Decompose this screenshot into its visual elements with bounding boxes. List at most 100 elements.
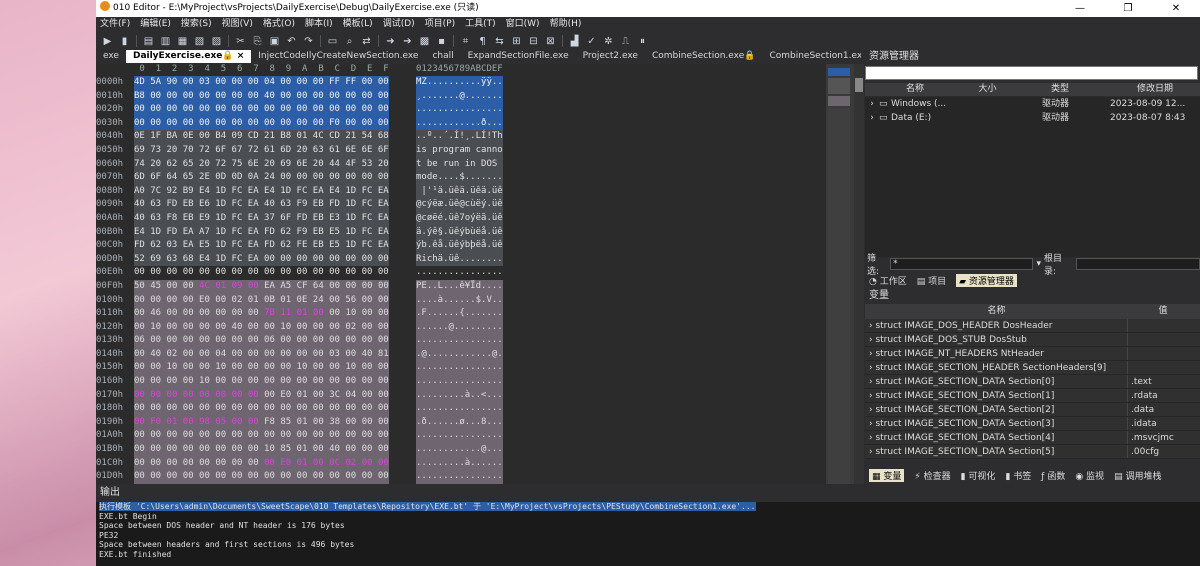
hex-bytes[interactable]: 00 00 00 00 00 00 00 00 00 00 00 00 00 0… — [134, 470, 389, 484]
ascii-text[interactable]: ................ — [416, 402, 503, 416]
menu-item[interactable]: 模板(L) — [343, 17, 373, 32]
close-button[interactable]: ✕ — [1152, 0, 1200, 17]
hex-vertical-scrollbar[interactable] — [854, 64, 864, 484]
variable-row[interactable]: › struct IMAGE_SECTION_DATA Section[5] .0… — [865, 445, 1200, 459]
hex-row[interactable]: 0010h B8 00 00 00 00 00 00 00 40 00 00 00… — [96, 89, 503, 104]
file-tab[interactable]: ExpandSectionFile.exe — [461, 50, 576, 63]
hex-rows[interactable]: 0000h 4D 5A 90 00 03 00 00 00 04 00 00 00… — [96, 76, 503, 484]
hex-bytes[interactable]: 00 00 00 00 00 00 00 00 00 00 00 00 F0 0… — [134, 116, 389, 131]
hex-row[interactable]: 00A0h 40 63 F8 EB E9 1D FC EA 37 6F FD EB… — [96, 211, 503, 226]
toolbar-button-icon[interactable]: ▶ — [102, 36, 113, 47]
ascii-text[interactable]: MZ..........ÿÿ.. — [416, 76, 503, 90]
hex-row[interactable]: 01A0h 00 00 00 00 00 00 00 00 00 00 00 00… — [96, 429, 503, 444]
ascii-text[interactable]: PE..L...ê¥Ïd.... — [416, 279, 503, 294]
hex-row[interactable]: 0150h 00 00 10 00 00 10 00 00 00 00 10 00… — [96, 361, 503, 376]
ascii-text[interactable]: ................ — [416, 375, 503, 389]
toolbar-button-icon[interactable]: ⇆ — [494, 36, 505, 47]
ascii-text[interactable]: ä.ýê§.üêýbùëå.üê — [416, 225, 503, 240]
toolbar-button-icon[interactable]: ➜ — [385, 36, 396, 47]
hex-row[interactable]: 0120h 00 10 00 00 00 00 40 00 00 10 00 00… — [96, 320, 503, 335]
ascii-text[interactable]: ..º..´.Í!¸.LÍ!Th — [416, 130, 503, 144]
variable-row[interactable]: › struct IMAGE_SECTION_DATA Section[3] .i… — [865, 417, 1200, 431]
hex-bytes[interactable]: 00 00 10 00 00 10 00 00 00 00 10 00 00 1… — [134, 361, 389, 376]
hex-bytes[interactable]: 00 00 00 00 00 00 00 00 00 00 00 00 00 0… — [134, 402, 389, 416]
root-input[interactable] — [1075, 258, 1200, 270]
hex-row[interactable]: 0030h 00 00 00 00 00 00 00 00 00 00 00 00… — [96, 116, 503, 131]
tab-visualize[interactable]: ▮ 可视化 — [961, 469, 996, 482]
file-tab[interactable]: chall — [425, 50, 460, 63]
hex-row[interactable]: 00E0h 00 00 00 00 00 00 00 00 00 00 00 00… — [96, 266, 503, 280]
ascii-text[interactable]: Richä.üê........ — [416, 252, 503, 267]
menu-item[interactable]: 帮助(H) — [550, 17, 582, 32]
tab-workspace[interactable]: ◔ 工作区 — [869, 274, 907, 287]
col-date[interactable]: 修改日期 — [1110, 83, 1200, 96]
hex-bytes[interactable]: 4D 5A 90 00 03 00 00 00 04 00 00 00 FF F… — [134, 76, 389, 90]
file-tab[interactable]: exe — [96, 50, 126, 63]
menu-item[interactable]: 编辑(E) — [140, 17, 171, 32]
hex-row[interactable]: 0080h A0 7C 92 B9 E4 1D FC EA E4 1D FC EA… — [96, 184, 503, 199]
tab-variables[interactable]: ▦ 变量 — [869, 469, 905, 482]
hex-bytes[interactable]: A0 7C 92 B9 E4 1D FC EA E4 1D FC EA E4 1… — [134, 184, 389, 199]
col-var-value[interactable]: 值 — [1128, 304, 1198, 319]
scrollbar-thumb[interactable] — [855, 78, 863, 92]
hex-row[interactable]: 00F0h 50 45 00 00 4C 01 09 00 EA A5 CF 64… — [96, 279, 503, 294]
hex-row[interactable]: 01D0h 00 00 00 00 00 00 00 00 00 00 00 00… — [96, 470, 503, 484]
output-log[interactable]: 执行模板 'C:\Users\admin\Documents\SweetScap… — [96, 502, 1200, 566]
menu-item[interactable]: 项目(P) — [425, 17, 455, 32]
tab-watch[interactable]: ◉ 监视 — [1075, 469, 1104, 482]
ascii-text[interactable]: .........à..<... — [416, 388, 503, 403]
toolbar-button-icon[interactable]: ⊟ — [528, 36, 539, 47]
menu-item[interactable]: 视图(V) — [222, 17, 253, 32]
file-overview-map[interactable] — [826, 64, 854, 484]
toolbar-button-icon[interactable]: ▣ — [269, 36, 280, 47]
toolbar-button-icon[interactable]: ⌗ — [460, 36, 471, 47]
toolbar-button-icon[interactable]: ▨ — [211, 36, 222, 47]
hex-bytes[interactable]: 0E 1F BA 0E 00 B4 09 CD 21 B8 01 4C CD 2… — [134, 130, 389, 144]
tab-project[interactable]: ▤ 项目 — [917, 274, 946, 287]
hex-row[interactable]: 0190h 00 F0 01 00 98 05 00 00 F8 85 01 00… — [96, 415, 503, 430]
col-size[interactable]: 大小 — [965, 83, 1010, 96]
hex-row[interactable]: 01B0h 00 00 00 00 00 00 00 00 10 85 01 00… — [96, 443, 503, 457]
toolbar-button-icon[interactable]: ⊞ — [511, 36, 522, 47]
variable-row[interactable]: › struct IMAGE_SECTION_DATA Section[2] .d… — [865, 403, 1200, 417]
toolbar-button-icon[interactable]: ▪ — [436, 36, 447, 47]
toolbar-button-icon[interactable]: ▦ — [177, 36, 188, 47]
ascii-text[interactable]: ................ — [416, 103, 503, 117]
hex-bytes[interactable]: 00 10 00 00 00 00 40 00 00 10 00 00 00 0… — [134, 320, 389, 335]
hex-row[interactable]: 00D0h 52 69 63 68 E4 1D FC EA 00 00 00 00… — [96, 252, 503, 267]
hex-bytes[interactable]: 06 00 00 00 00 00 00 00 06 00 00 00 00 0… — [134, 334, 389, 348]
hex-bytes[interactable]: 40 63 F8 EB E9 1D FC EA 37 6F FD EB E3 1… — [134, 211, 389, 226]
hex-bytes[interactable]: 00 00 00 00 00 00 00 00 00 E0 01 00 3C 0… — [134, 388, 389, 403]
hex-bytes[interactable]: B8 00 00 00 00 00 00 00 40 00 00 00 00 0… — [134, 89, 389, 104]
hex-row[interactable]: 0090h 40 63 FD EB E6 1D FC EA 40 63 F9 EB… — [96, 198, 503, 212]
hex-row[interactable]: 0070h 6D 6F 64 65 2E 0D 0D 0A 24 00 00 00… — [96, 171, 503, 185]
toolbar-button-icon[interactable]: ▤ — [143, 36, 154, 47]
file-tab[interactable]: DailyExercise.exe🔒 × — [125, 50, 252, 63]
ascii-text[interactable]: mode....$....... — [416, 171, 503, 185]
hex-bytes[interactable]: 74 20 62 65 20 72 75 6E 20 69 6E 20 44 4… — [134, 157, 389, 172]
file-tab[interactable]: CombineSection1.exe — [762, 50, 861, 63]
hex-row[interactable]: 0100h 00 00 00 00 E0 00 02 01 0B 01 0E 24… — [96, 293, 503, 308]
ascii-text[interactable]: ......@......... — [416, 320, 503, 335]
ascii-text[interactable]: ................ — [416, 334, 503, 348]
hex-bytes[interactable]: 00 00 00 00 00 00 00 00 10 85 01 00 40 0… — [134, 443, 389, 457]
ascii-text[interactable]: ............@... — [416, 443, 503, 457]
expand-arrow-icon[interactable]: › — [865, 97, 879, 111]
variable-row[interactable]: › struct IMAGE_NT_HEADERS NtHeader — [865, 347, 1200, 361]
expand-arrow-icon[interactable]: › — [865, 111, 879, 125]
hex-bytes[interactable]: 00 00 00 00 00 00 00 00 00 E0 01 00 0C 0… — [134, 456, 389, 471]
hex-bytes[interactable]: 52 69 63 68 E4 1D FC EA 00 00 00 00 00 0… — [134, 252, 389, 267]
hex-bytes[interactable]: 50 45 00 00 4C 01 09 00 EA A5 CF 64 00 0… — [134, 279, 389, 294]
hex-row[interactable]: 00C0h FD 62 03 EA E5 1D FC EA FD 62 FE EB… — [96, 239, 503, 253]
file-tab[interactable]: CombineSection.exe🔒 — [645, 50, 762, 63]
toolbar-button-icon[interactable]: ✓ — [586, 36, 597, 47]
ascii-text[interactable]: ................ — [416, 470, 503, 484]
hex-bytes[interactable]: FD 62 03 EA E5 1D FC EA FD 62 FE EB E5 1… — [134, 239, 389, 253]
hex-row[interactable]: 0060h 74 20 62 65 20 72 75 6E 20 69 6E 20… — [96, 157, 503, 172]
hex-row[interactable]: 0170h 00 00 00 00 00 00 00 00 00 E0 01 00… — [96, 388, 503, 403]
ascii-text[interactable]: ¸.......@....... — [416, 89, 503, 104]
variable-row[interactable]: › struct IMAGE_SECTION_DATA Section[0] .t… — [865, 375, 1200, 389]
toolbar-button-icon[interactable]: ▮ — [119, 36, 130, 47]
tab-functions[interactable]: ƒ 函数 — [1041, 469, 1065, 482]
ascii-text[interactable]: .F......{....... — [416, 307, 503, 321]
